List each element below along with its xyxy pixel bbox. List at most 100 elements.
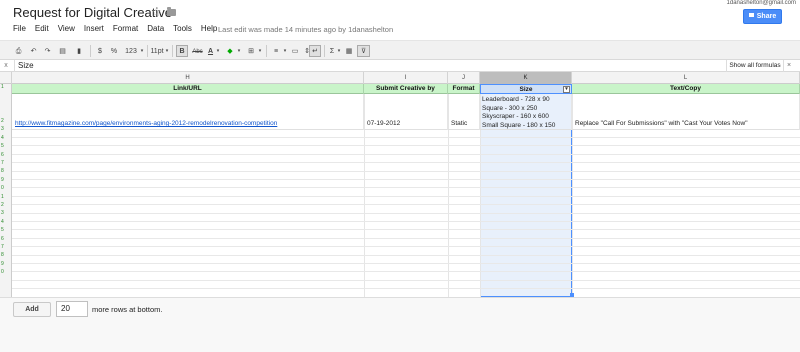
chevron-down-icon[interactable]: ▾ bbox=[236, 45, 242, 57]
percent-button[interactable]: % bbox=[109, 45, 119, 57]
table-row[interactable] bbox=[12, 214, 800, 222]
chevron-down-icon[interactable]: ▾ bbox=[215, 45, 221, 57]
table-row[interactable] bbox=[12, 222, 800, 231]
header-submit-creative-by[interactable]: Submit Creative by bbox=[364, 84, 448, 94]
row-number[interactable]: 5 bbox=[0, 227, 12, 233]
column-header-h[interactable]: H bbox=[12, 72, 364, 84]
share-button[interactable]: Share bbox=[743, 9, 782, 24]
row-number[interactable]: 2 bbox=[0, 118, 12, 124]
filter-dropdown-icon[interactable]: ▾ bbox=[563, 86, 570, 93]
table-row[interactable] bbox=[12, 180, 800, 189]
table-row[interactable] bbox=[12, 248, 800, 256]
filter-icon[interactable]: ⊽ bbox=[357, 45, 370, 57]
menu-tools[interactable]: Tools bbox=[173, 22, 192, 36]
table-row[interactable] bbox=[12, 231, 800, 239]
row-number[interactable]: 8 bbox=[0, 168, 12, 174]
row-number[interactable]: 2 bbox=[0, 202, 12, 208]
formula-input[interactable]: Size bbox=[14, 60, 724, 72]
column-header-j[interactable]: J bbox=[448, 72, 480, 84]
chevron-down-icon[interactable]: ▾ bbox=[257, 45, 263, 57]
align-left-icon[interactable]: ≡ bbox=[270, 45, 282, 57]
paste-format-icon[interactable]: ▤ bbox=[56, 45, 69, 57]
table-row[interactable] bbox=[12, 281, 800, 290]
chevron-down-icon[interactable]: ▾ bbox=[164, 45, 170, 57]
link-url[interactable]: http://www.fitmagazine.com/page/environm… bbox=[15, 120, 277, 127]
cell-text-copy[interactable]: Replace "Call For Submissions" with "Cas… bbox=[572, 94, 800, 130]
show-all-formulas-button[interactable]: Show all formulas bbox=[726, 60, 784, 72]
row-number[interactable]: 9 bbox=[0, 177, 12, 183]
menu-data[interactable]: Data bbox=[147, 22, 164, 36]
chevron-down-icon[interactable]: ▾ bbox=[336, 45, 342, 57]
table-row[interactable] bbox=[12, 206, 800, 214]
row-number[interactable]: 5 bbox=[0, 143, 12, 149]
add-rows-button[interactable]: Add bbox=[13, 302, 51, 317]
last-edit-status[interactable]: Last edit was made 14 minutes ago by 1da… bbox=[218, 25, 393, 34]
column-header-i[interactable]: I bbox=[364, 72, 448, 84]
table-row[interactable] bbox=[12, 164, 800, 172]
number-format-button[interactable]: 123 bbox=[122, 45, 140, 57]
table-row[interactable] bbox=[12, 273, 800, 281]
bold-button[interactable]: B bbox=[176, 45, 188, 57]
account-email[interactable]: 1danashelton@gmail.com bbox=[727, 0, 796, 6]
wrap-text-icon[interactable]: ↵ bbox=[309, 45, 321, 57]
cell-format[interactable]: Static bbox=[448, 94, 480, 130]
row-number[interactable]: 7 bbox=[0, 244, 12, 250]
row-number[interactable]: 1 bbox=[0, 194, 12, 200]
chart-icon[interactable]: ▦ bbox=[343, 45, 355, 57]
text-color-button[interactable]: A bbox=[206, 45, 215, 57]
column-header-k[interactable]: K bbox=[480, 72, 572, 84]
print-icon[interactable]: ⎙ bbox=[13, 45, 24, 57]
table-row[interactable] bbox=[12, 197, 800, 206]
corner-cell[interactable] bbox=[0, 72, 12, 84]
cell-link-url[interactable]: http://www.fitmagazine.com/page/environm… bbox=[12, 94, 364, 130]
rows-count-input[interactable]: 20 bbox=[56, 301, 88, 317]
menu-file[interactable]: File bbox=[13, 22, 26, 36]
star-icon[interactable]: ☆ bbox=[151, 5, 162, 19]
menu-help[interactable]: Help bbox=[201, 22, 217, 36]
redo-icon[interactable]: ↷ bbox=[42, 45, 53, 57]
row-number[interactable]: 6 bbox=[0, 152, 12, 158]
table-row[interactable] bbox=[12, 130, 800, 138]
paint-format-icon[interactable]: ▮ bbox=[74, 45, 84, 57]
column-header-l[interactable]: L bbox=[572, 72, 800, 84]
chevron-down-icon[interactable]: ▾ bbox=[139, 45, 145, 57]
strikethrough-button[interactable]: Abc bbox=[191, 45, 204, 57]
row-number[interactable]: 3 bbox=[0, 210, 12, 216]
close-icon[interactable]: × bbox=[787, 60, 791, 72]
table-row[interactable] bbox=[12, 189, 800, 197]
menu-view[interactable]: View bbox=[58, 22, 75, 36]
chevron-down-icon[interactable]: ▾ bbox=[282, 45, 288, 57]
header-link-url[interactable]: Link/URL bbox=[12, 84, 364, 94]
table-row[interactable] bbox=[12, 239, 800, 248]
merge-cells-icon[interactable]: ▭ bbox=[290, 45, 300, 57]
header-format[interactable]: Format bbox=[448, 84, 480, 94]
fill-color-icon[interactable]: ◆ bbox=[224, 45, 236, 57]
cell-size[interactable]: Leaderboard - 728 x 90 Square - 300 x 25… bbox=[480, 94, 572, 130]
row-number[interactable]: 0 bbox=[0, 269, 12, 275]
row-number[interactable]: 8 bbox=[0, 252, 12, 258]
table-row[interactable] bbox=[12, 256, 800, 264]
currency-button[interactable]: $ bbox=[95, 45, 105, 57]
row-number[interactable]: 0 bbox=[0, 185, 12, 191]
cell-submit-creative-by[interactable]: 07-19-2012 bbox=[364, 94, 448, 130]
borders-icon[interactable]: ⊞ bbox=[245, 45, 257, 57]
table-row[interactable] bbox=[12, 290, 800, 297]
font-size-select[interactable]: 11pt bbox=[149, 45, 165, 57]
row-number[interactable]: 9 bbox=[0, 261, 12, 267]
row-number[interactable]: 4 bbox=[0, 135, 12, 141]
row-number[interactable]: 1 bbox=[0, 84, 12, 90]
folder-icon[interactable] bbox=[167, 7, 176, 16]
menu-insert[interactable]: Insert bbox=[84, 22, 104, 36]
table-row[interactable] bbox=[12, 264, 800, 273]
document-title[interactable]: Request for Digital Creative bbox=[13, 5, 172, 20]
row-number[interactable]: 6 bbox=[0, 236, 12, 242]
table-row[interactable] bbox=[12, 155, 800, 164]
table-row[interactable] bbox=[12, 138, 800, 147]
row-number[interactable]: 7 bbox=[0, 160, 12, 166]
menu-format[interactable]: Format bbox=[113, 22, 138, 36]
menu-edit[interactable]: Edit bbox=[35, 22, 49, 36]
header-text-copy[interactable]: Text/Copy bbox=[572, 84, 800, 94]
row-number[interactable]: 4 bbox=[0, 219, 12, 225]
header-size[interactable]: Size ▾ bbox=[480, 84, 572, 94]
row-number[interactable]: 3 bbox=[0, 126, 12, 132]
